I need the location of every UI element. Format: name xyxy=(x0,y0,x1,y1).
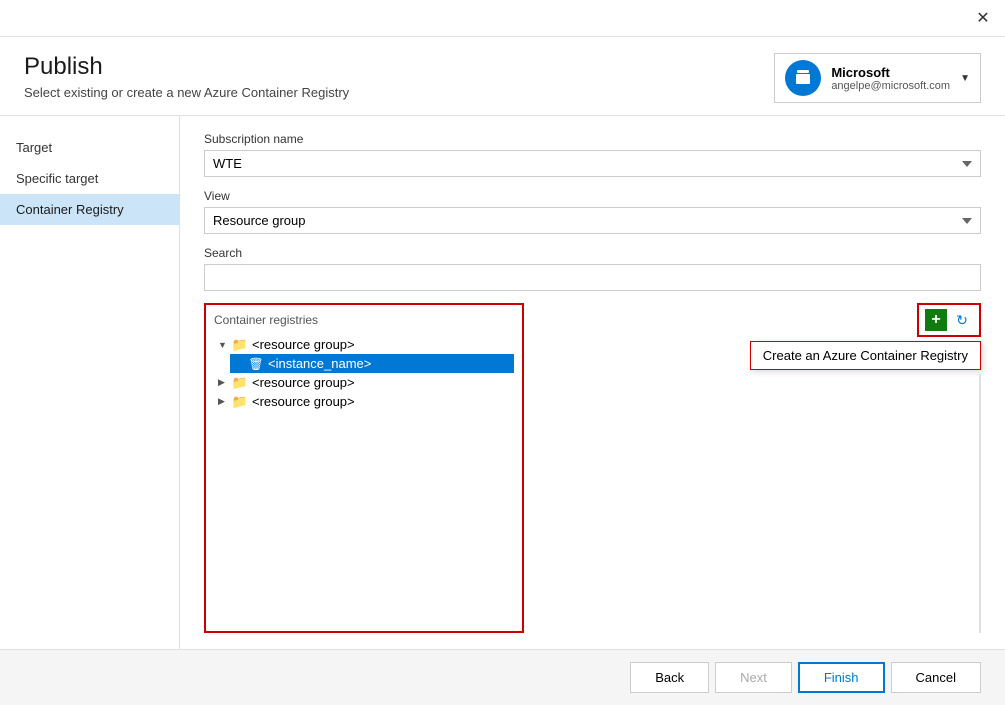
view-group: View Resource group Location Registry ty… xyxy=(204,189,981,234)
tree-label: <instance_name> xyxy=(268,356,371,371)
subscription-group: Subscription name WTE xyxy=(204,132,981,177)
tree-arrow: ▶ xyxy=(218,396,228,407)
folder-icon xyxy=(232,395,248,409)
footer: Back Next Finish Cancel xyxy=(0,649,1005,705)
refresh-button[interactable]: ↻ xyxy=(951,309,973,331)
header-left: Publish Select existing or create a new … xyxy=(24,53,349,100)
dialog-subtitle: Select existing or create a new Azure Co… xyxy=(24,85,349,100)
tree-label: <resource group> xyxy=(252,375,355,390)
account-badge[interactable]: Microsoft angelpe@microsoft.com ▼ xyxy=(774,53,981,103)
cancel-button[interactable]: Cancel xyxy=(891,662,981,693)
account-icon xyxy=(785,60,821,96)
sidebar: Target Specific target Container Registr… xyxy=(0,116,180,649)
tree-arrow: ▼ xyxy=(218,340,228,350)
create-registry-tooltip[interactable]: Create an Azure Container Registry xyxy=(750,341,981,370)
folder-icon xyxy=(232,376,248,390)
right-panel: + ↻ Create an Azure Container Registry xyxy=(524,303,981,633)
account-info: Microsoft angelpe@microsoft.com xyxy=(831,65,950,92)
tree-item-rg3[interactable]: ▶ <resource group> xyxy=(214,392,514,411)
search-label: Search xyxy=(204,246,981,260)
registry-panel-title: Container registries xyxy=(214,313,514,327)
subscription-select[interactable]: WTE xyxy=(204,150,981,177)
account-name: Microsoft xyxy=(831,65,950,80)
main-content: Target Specific target Container Registr… xyxy=(0,116,1005,649)
header-section: Publish Select existing or create a new … xyxy=(0,37,1005,116)
action-bar: + ↻ xyxy=(917,303,981,337)
tree-item-rg2[interactable]: ▶ <resource group> xyxy=(214,373,514,392)
title-bar: ✕ xyxy=(0,0,1005,37)
registry-panel: Container registries ▼ <resource group> … xyxy=(204,303,524,633)
container-icon: 🗑 xyxy=(248,357,264,371)
content-area: Subscription name WTE View Resource grou… xyxy=(180,116,1005,649)
back-button[interactable]: Back xyxy=(630,662,709,693)
tree-item-instance[interactable]: 🗑 <instance_name> xyxy=(230,354,514,373)
add-registry-button[interactable]: + xyxy=(925,309,947,331)
account-email: angelpe@microsoft.com xyxy=(831,80,950,92)
folder-icon xyxy=(232,338,248,352)
sidebar-item-target[interactable]: Target xyxy=(0,132,179,163)
finish-button[interactable]: Finish xyxy=(798,662,885,693)
view-select[interactable]: Resource group Location Registry type xyxy=(204,207,981,234)
sidebar-item-container-registry[interactable]: Container Registry xyxy=(0,194,179,225)
close-button[interactable]: ✕ xyxy=(973,8,993,28)
subscription-label: Subscription name xyxy=(204,132,981,146)
search-group: Search xyxy=(204,246,981,291)
view-label: View xyxy=(204,189,981,203)
tree-label: <resource group> xyxy=(252,337,355,352)
registry-area: Container registries ▼ <resource group> … xyxy=(204,303,981,633)
tree-arrow: ▶ xyxy=(218,377,228,388)
dialog-title: Publish xyxy=(24,53,349,81)
account-dropdown-arrow: ▼ xyxy=(960,73,970,84)
tree-label: <resource group> xyxy=(252,394,355,409)
registry-empty-area xyxy=(979,374,981,633)
tree-item-rg1[interactable]: ▼ <resource group> xyxy=(214,335,514,354)
publish-dialog: ✕ Publish Select existing or create a ne… xyxy=(0,0,1005,705)
next-button[interactable]: Next xyxy=(715,662,792,693)
search-input[interactable] xyxy=(204,264,981,291)
sidebar-item-specific-target[interactable]: Specific target xyxy=(0,163,179,194)
